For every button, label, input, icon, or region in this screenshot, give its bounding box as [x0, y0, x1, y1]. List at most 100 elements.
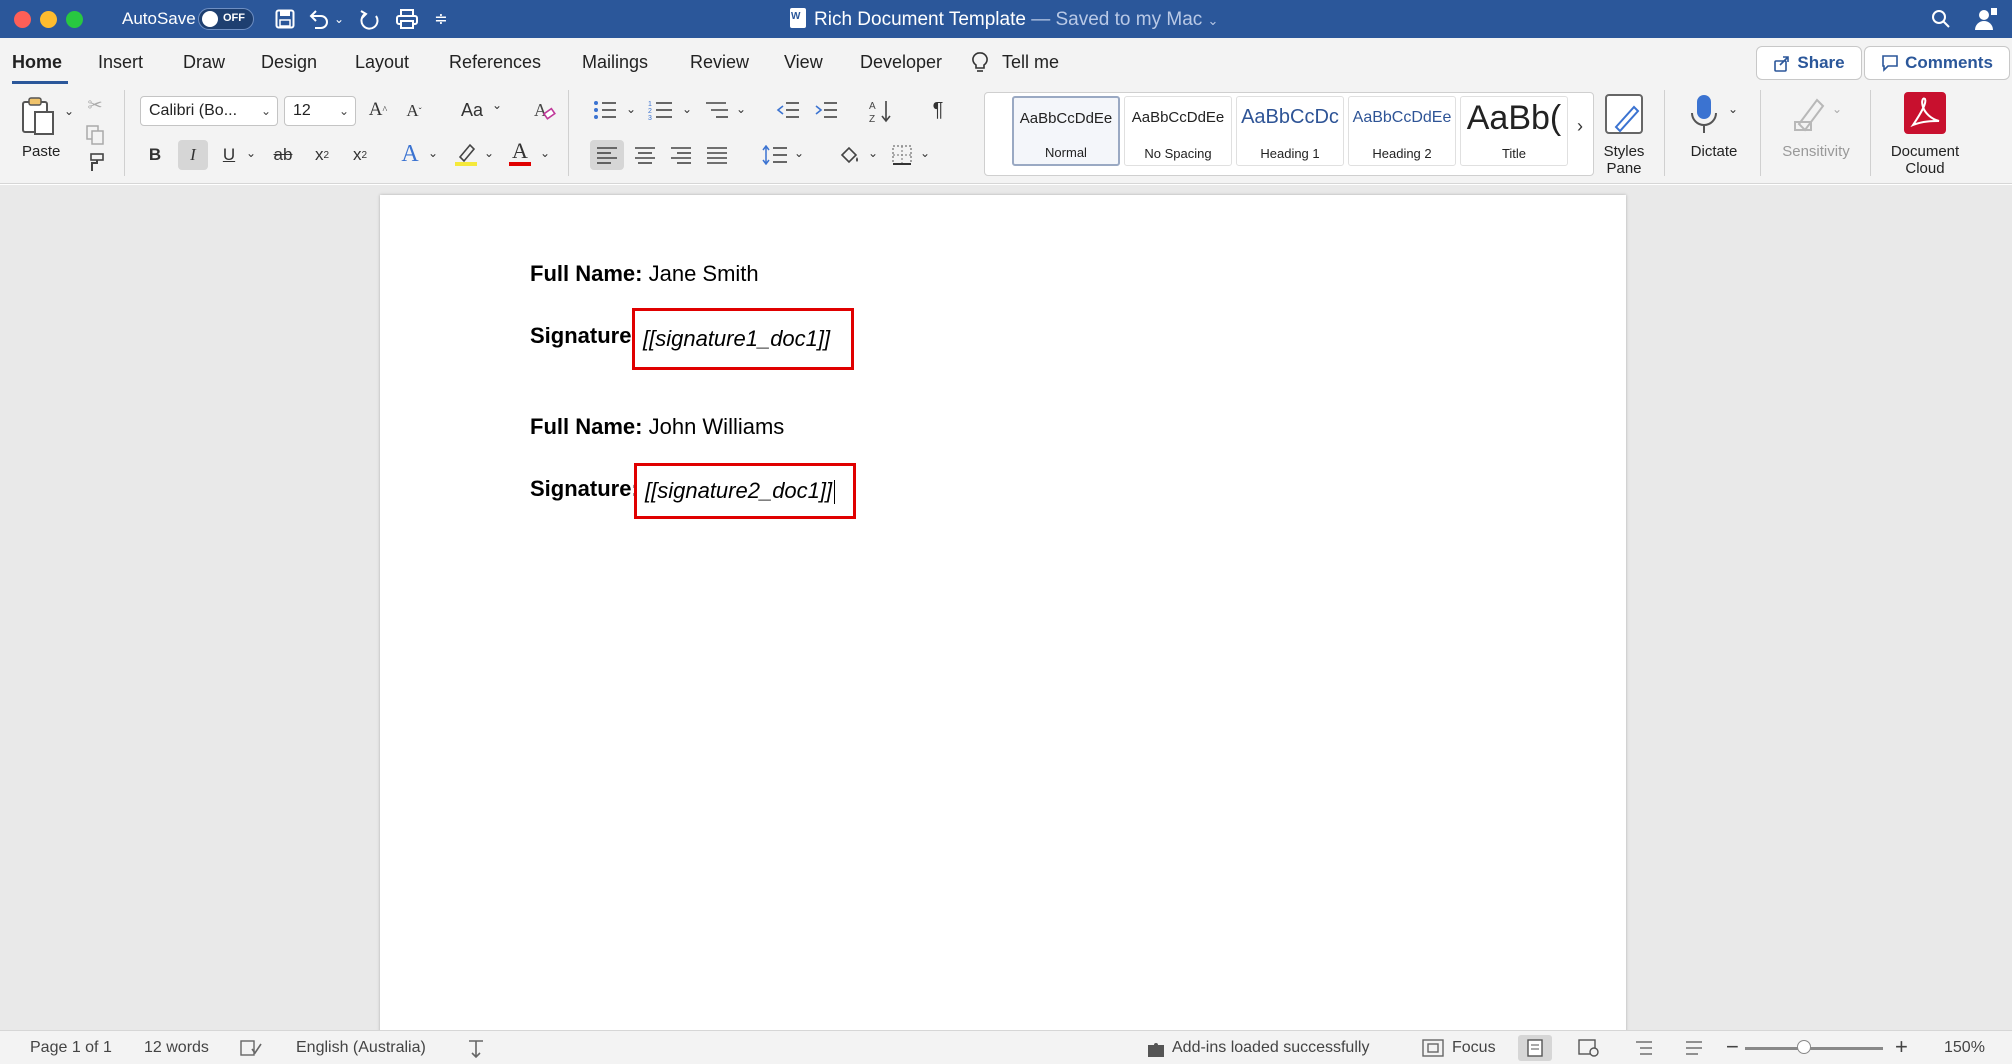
shading-icon[interactable] — [836, 140, 864, 170]
decrease-indent-icon[interactable] — [774, 96, 802, 124]
superscript-button[interactable]: x2 — [346, 140, 374, 170]
highlight-chevron-icon[interactable]: ⌄ — [482, 146, 496, 160]
shrink-font-icon[interactable]: Aˇ — [402, 98, 426, 124]
numbering-chevron-icon[interactable]: ⌄ — [680, 102, 694, 116]
account-icon[interactable] — [1972, 5, 2000, 33]
tab-developer[interactable]: Developer — [860, 52, 942, 73]
increase-indent-icon[interactable] — [812, 96, 840, 124]
signature-line-1[interactable]: Signature — [530, 323, 631, 349]
change-case-chevron-icon[interactable]: ⌄ — [490, 98, 504, 112]
dictate-chevron-icon[interactable]: ⌄ — [1726, 102, 1740, 116]
strikethrough-button[interactable]: ab — [268, 140, 298, 170]
tab-layout[interactable]: Layout — [355, 52, 409, 73]
text-effects-icon[interactable]: A — [396, 138, 424, 170]
show-formatting-marks-icon[interactable]: ¶ — [924, 96, 952, 124]
font-size-select[interactable]: 12 ⌄ — [284, 96, 356, 126]
paste-options-chevron-icon[interactable]: ⌄ — [62, 104, 76, 118]
save-icon[interactable] — [272, 5, 298, 33]
paste-icon[interactable] — [16, 94, 60, 138]
signature-placeholder-1[interactable]: [[signature1_doc1]] — [632, 308, 854, 370]
comments-button[interactable]: Comments — [1864, 46, 2010, 80]
tab-design[interactable]: Design — [261, 52, 317, 73]
outline-view-icon[interactable] — [1634, 1039, 1654, 1062]
undo-icon[interactable] — [306, 5, 330, 33]
maximize-window-button[interactable] — [66, 11, 83, 28]
styles-pane-icon[interactable] — [1602, 92, 1646, 136]
undo-dropdown-chevron-icon[interactable]: ⌄ — [332, 5, 346, 33]
redo-icon[interactable] — [358, 5, 382, 33]
font-color-icon[interactable]: A — [506, 136, 534, 170]
text-effects-chevron-icon[interactable]: ⌄ — [426, 146, 440, 160]
focus-icon[interactable] — [1422, 1039, 1444, 1062]
align-right-button[interactable] — [666, 140, 696, 170]
title-chevron-icon[interactable]: ⌄ — [1208, 13, 1219, 28]
style-title[interactable]: AaBb( Title — [1460, 96, 1568, 166]
microphone-icon[interactable] — [1686, 92, 1722, 136]
tab-mailings[interactable]: Mailings — [582, 52, 648, 73]
accessibility-icon[interactable] — [466, 1039, 486, 1064]
shading-chevron-icon[interactable]: ⌄ — [866, 146, 880, 160]
sort-icon[interactable]: AZ — [866, 96, 896, 126]
bold-button[interactable]: B — [142, 140, 168, 170]
font-name-select[interactable]: Calibri (Bo... ⌄ — [140, 96, 278, 126]
page-count[interactable]: Page 1 of 1 — [30, 1039, 112, 1057]
full-name-line-2[interactable]: Full Name: John Williams — [530, 414, 784, 440]
document-page[interactable]: Full Name: Jane Smith Signature [[signat… — [380, 195, 1626, 1035]
customize-toolbar-icon[interactable]: ≑ — [432, 5, 450, 33]
language[interactable]: English (Australia) — [296, 1039, 426, 1057]
web-layout-icon[interactable] — [1578, 1039, 1600, 1062]
zoom-level[interactable]: 150% — [1944, 1039, 1985, 1057]
search-icon[interactable] — [1928, 5, 1954, 33]
zoom-slider-track[interactable] — [1745, 1047, 1883, 1050]
focus-label[interactable]: Focus — [1452, 1039, 1496, 1057]
format-painter-icon[interactable] — [84, 152, 106, 174]
print-layout-icon[interactable] — [1518, 1035, 1552, 1061]
highlight-icon[interactable] — [452, 138, 480, 170]
font-color-chevron-icon[interactable]: ⌄ — [538, 146, 552, 160]
zoom-in-button[interactable]: + — [1895, 1034, 1908, 1060]
cut-icon[interactable]: ✂ — [84, 94, 106, 116]
align-center-button[interactable] — [630, 140, 660, 170]
tab-insert[interactable]: Insert — [98, 52, 143, 73]
style-no-spacing[interactable]: AaBbCcDdEe No Spacing — [1124, 96, 1232, 166]
italic-button[interactable]: I — [178, 140, 208, 170]
clear-formatting-icon[interactable]: A — [530, 96, 558, 124]
print-icon[interactable] — [394, 5, 420, 33]
share-button[interactable]: Share — [1756, 46, 1862, 80]
borders-chevron-icon[interactable]: ⌄ — [918, 146, 932, 160]
bullets-icon[interactable] — [590, 96, 620, 124]
zoom-slider-knob[interactable] — [1797, 1040, 1812, 1054]
align-left-button[interactable] — [590, 140, 624, 170]
tell-me-search[interactable]: Tell me — [1002, 52, 1059, 73]
underline-button[interactable]: U — [216, 140, 242, 170]
style-normal[interactable]: AaBbCcDdEe Normal — [1012, 96, 1120, 166]
tab-view[interactable]: View — [784, 52, 823, 73]
autosave-toggle[interactable]: OFF — [198, 8, 254, 30]
sensitivity-chevron-icon[interactable]: ⌄ — [1830, 102, 1844, 116]
full-name-line-1[interactable]: Full Name: Jane Smith — [530, 261, 759, 287]
change-case-button[interactable]: Aa — [456, 96, 488, 124]
gallery-more-chevron-icon[interactable]: › — [1572, 116, 1588, 137]
subscript-button[interactable]: x2 — [308, 140, 336, 170]
proofing-icon[interactable] — [240, 1039, 262, 1062]
underline-chevron-icon[interactable]: ⌄ — [244, 146, 258, 160]
bullets-chevron-icon[interactable]: ⌄ — [624, 102, 638, 116]
tab-references[interactable]: References — [449, 52, 541, 73]
signature-placeholder-2[interactable]: [[signature2_doc1]] — [634, 463, 856, 519]
tab-home[interactable]: Home — [12, 52, 62, 73]
minimize-window-button[interactable] — [40, 11, 57, 28]
justify-button[interactable] — [702, 140, 732, 170]
numbering-icon[interactable]: 123 — [646, 96, 676, 124]
word-count[interactable]: 12 words — [144, 1039, 209, 1057]
borders-icon[interactable] — [888, 140, 916, 170]
style-heading-1[interactable]: AaBbCcDc Heading 1 — [1236, 96, 1344, 166]
draft-view-icon[interactable] — [1684, 1039, 1704, 1062]
tab-review[interactable]: Review — [690, 52, 749, 73]
multilevel-chevron-icon[interactable]: ⌄ — [734, 102, 748, 116]
line-spacing-icon[interactable] — [760, 140, 790, 170]
close-window-button[interactable] — [14, 11, 31, 28]
style-heading-2[interactable]: AaBbCcDdEe Heading 2 — [1348, 96, 1456, 166]
line-spacing-chevron-icon[interactable]: ⌄ — [792, 146, 806, 160]
multilevel-list-icon[interactable] — [702, 96, 732, 124]
document-canvas[interactable]: Full Name: Jane Smith Signature [[signat… — [0, 185, 2012, 1035]
